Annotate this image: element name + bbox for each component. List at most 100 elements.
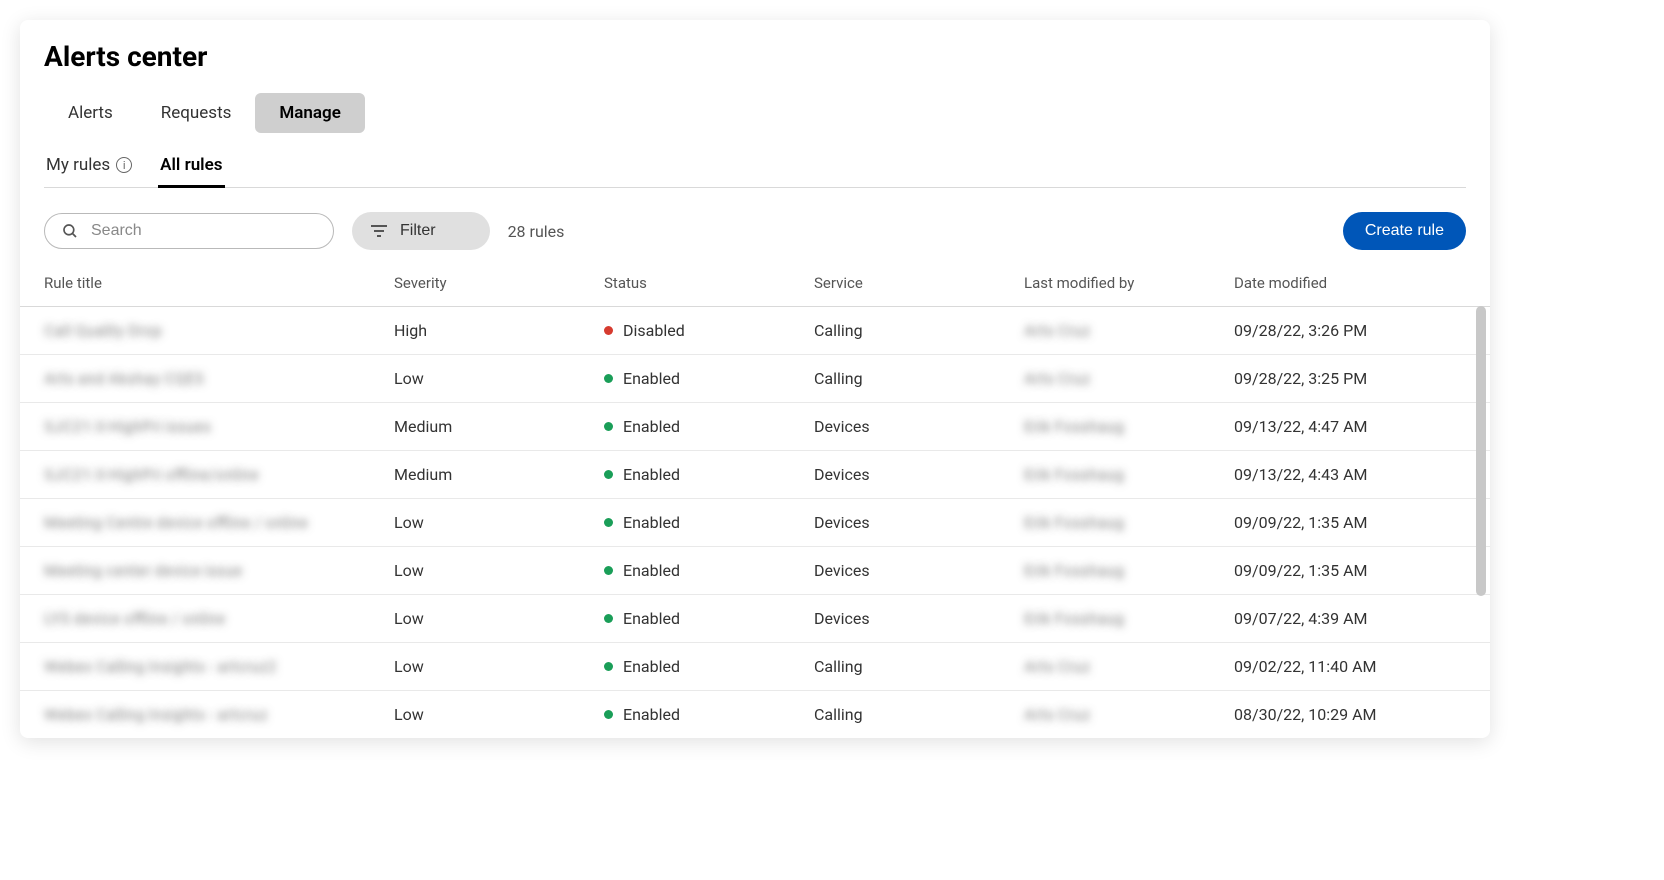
- cell-date: 08/30/22, 10:29 AM: [1234, 705, 1466, 724]
- status-dot-icon: [604, 470, 613, 479]
- cell-rule-title: SJC21-3-HighPri offline/online: [44, 465, 394, 484]
- cell-status: Enabled: [604, 657, 814, 676]
- tab-alerts[interactable]: Alerts: [44, 93, 137, 133]
- table-row[interactable]: Webex Calling Insights - artcruz2Low Enab…: [20, 642, 1490, 690]
- cell-rule-title: Webex Calling Insights - artcruz: [44, 705, 394, 724]
- column-header-modified-by[interactable]: Last modified by: [1024, 274, 1234, 292]
- cell-date: 09/02/22, 11:40 AM: [1234, 657, 1466, 676]
- cell-date: 09/13/22, 4:43 AM: [1234, 465, 1466, 484]
- cell-severity: Low: [394, 369, 604, 388]
- rules-table: Rule title Severity Status Service Last …: [20, 266, 1490, 738]
- cell-status: Enabled: [604, 369, 814, 388]
- cell-date: 09/13/22, 4:47 AM: [1234, 417, 1466, 436]
- filter-icon: [370, 224, 388, 238]
- status-dot-icon: [604, 614, 613, 623]
- cell-modified-by: Erik Fosshaug: [1024, 561, 1234, 580]
- status-dot-icon: [604, 710, 613, 719]
- table-row[interactable]: SJC21-3-HighPri issuesMediumEnabledDevic…: [20, 402, 1490, 450]
- status-dot-icon: [604, 374, 613, 383]
- cell-modified-by: Erik Fosshaug: [1024, 513, 1234, 532]
- cell-rule-title: Meeting center device issue: [44, 561, 394, 580]
- status-dot-icon: [604, 518, 613, 527]
- cell-severity: Medium: [394, 465, 604, 484]
- alerts-center-card: Alerts center Alerts Requests Manage My …: [20, 20, 1490, 738]
- cell-severity: Low: [394, 561, 604, 580]
- status-text: Enabled: [623, 561, 680, 580]
- sub-tab-all-rules[interactable]: All rules: [158, 149, 224, 187]
- toolbar: Filter 28 rules Create rule: [20, 188, 1490, 266]
- cell-service: Calling: [814, 321, 1024, 340]
- cell-modified-by: Arts Cruz: [1024, 369, 1234, 388]
- cell-modified-by: Erik Fosshaug: [1024, 609, 1234, 628]
- sub-tabs: My rules i All rules: [44, 149, 1466, 188]
- cell-modified-by: Erik Fosshaug: [1024, 417, 1234, 436]
- table-header: Rule title Severity Status Service Last …: [20, 266, 1490, 306]
- table-row[interactable]: Webex Calling Insights - artcruzLowEnabl…: [20, 690, 1490, 738]
- status-text: Enabled: [623, 369, 680, 388]
- cell-date: 09/28/22, 3:26 PM: [1234, 321, 1466, 340]
- cell-status: Enabled: [604, 513, 814, 532]
- cell-date: 09/09/22, 1:35 AM: [1234, 513, 1466, 532]
- status-text: Enabled: [623, 513, 680, 532]
- cell-severity: Medium: [394, 417, 604, 436]
- filter-button[interactable]: Filter: [352, 212, 490, 250]
- cell-date: 09/07/22, 4:39 AM: [1234, 609, 1466, 628]
- column-header-date[interactable]: Date modified: [1234, 274, 1466, 292]
- column-header-service[interactable]: Service: [814, 274, 1024, 292]
- scrollbar[interactable]: [1476, 306, 1486, 596]
- cell-modified-by: Arts Cruz: [1024, 705, 1234, 724]
- table-row[interactable]: SJC21-3-HighPri offline/onlineMedium Enab…: [20, 450, 1490, 498]
- cell-severity: Low: [394, 609, 604, 628]
- cell-service: Devices: [814, 513, 1024, 532]
- primary-tabs: Alerts Requests Manage: [44, 93, 1466, 133]
- cell-service: Calling: [814, 705, 1024, 724]
- cell-rule-title: LYS device offline / online: [44, 609, 394, 628]
- cell-severity: Low: [394, 513, 604, 532]
- cell-service: Devices: [814, 609, 1024, 628]
- cell-severity: Low: [394, 657, 604, 676]
- cell-status: Disabled: [604, 321, 814, 340]
- cell-rule-title: Webex Calling Insights - artcruz2: [44, 657, 394, 676]
- tab-manage[interactable]: Manage: [255, 93, 364, 133]
- table-row[interactable]: LYS device offline / onlineLow Enabled Dev…: [20, 594, 1490, 642]
- rule-count: 28 rules: [508, 222, 565, 241]
- cell-status: Enabled: [604, 417, 814, 436]
- column-header-status[interactable]: Status: [604, 274, 814, 292]
- status-dot-icon: [604, 422, 613, 431]
- status-text: Disabled: [623, 321, 685, 340]
- cell-service: Calling: [814, 657, 1024, 676]
- status-text: Enabled: [623, 657, 680, 676]
- cell-service: Calling: [814, 369, 1024, 388]
- header: Alerts center Alerts Requests Manage My …: [20, 20, 1490, 188]
- search-input[interactable]: [91, 222, 317, 240]
- cell-status: Enabled: [604, 465, 814, 484]
- column-header-title[interactable]: Rule title: [44, 274, 394, 292]
- table-row[interactable]: Meeting center device issueLow Enabled Dev…: [20, 546, 1490, 594]
- status-dot-icon: [604, 566, 613, 575]
- search-input-wrapper[interactable]: [44, 213, 334, 249]
- column-header-severity[interactable]: Severity: [394, 274, 604, 292]
- status-dot-icon: [604, 326, 613, 335]
- cell-modified-by: Erik Fosshaug: [1024, 465, 1234, 484]
- status-text: Enabled: [623, 417, 680, 436]
- filter-label: Filter: [400, 222, 436, 240]
- sub-tab-my-rules[interactable]: My rules i: [44, 149, 134, 187]
- cell-rule-title: Meeting Centre device offline / online: [44, 513, 394, 532]
- cell-rule-title: SJC21-3-HighPri issues: [44, 417, 394, 436]
- info-icon: i: [116, 157, 132, 173]
- cell-service: Devices: [814, 561, 1024, 580]
- tab-requests[interactable]: Requests: [137, 93, 256, 133]
- cell-modified-by: Arts Cruz: [1024, 321, 1234, 340]
- cell-severity: Low: [394, 705, 604, 724]
- status-text: Enabled: [623, 609, 680, 628]
- status-dot-icon: [604, 662, 613, 671]
- create-rule-button[interactable]: Create rule: [1343, 212, 1466, 250]
- rows-container: Call Quality DropHighDisabledCallingArts…: [20, 306, 1490, 738]
- table-row[interactable]: Arts and Akshay CQESLowEnabledCallingArt…: [20, 354, 1490, 402]
- cell-modified-by: Arts Cruz: [1024, 657, 1234, 676]
- table-row[interactable]: Meeting Centre device offline / onlineLo…: [20, 498, 1490, 546]
- table-row[interactable]: Call Quality DropHighDisabledCallingArts…: [20, 306, 1490, 354]
- table-rows: Call Quality DropHighDisabledCallingArts…: [20, 306, 1490, 738]
- status-text: Enabled: [623, 465, 680, 484]
- cell-severity: High: [394, 321, 604, 340]
